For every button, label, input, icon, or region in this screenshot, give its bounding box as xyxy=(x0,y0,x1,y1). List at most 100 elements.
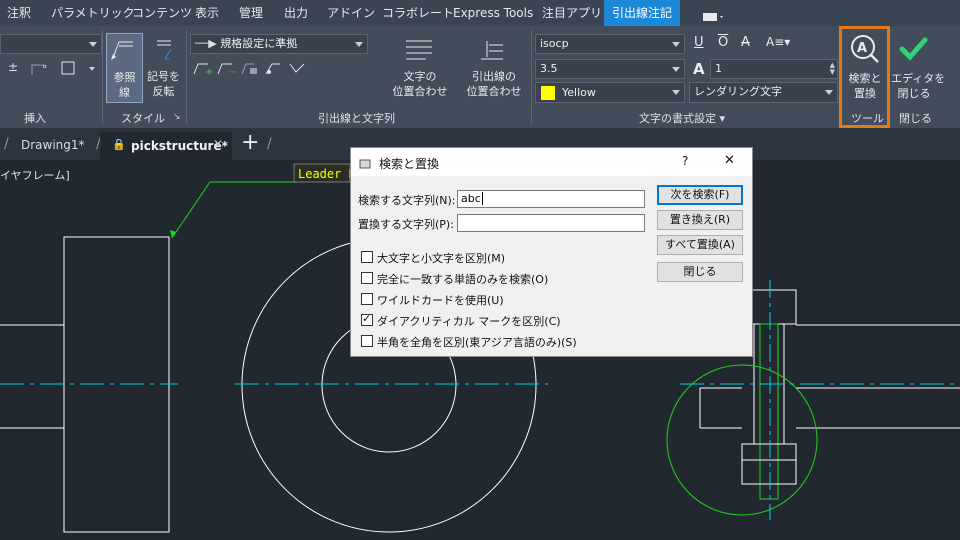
panel-launcher-icon[interactable]: ↘ xyxy=(173,112,181,122)
text-height-value: 3.5 xyxy=(540,62,558,75)
insert-style-combo[interactable] xyxy=(0,34,102,54)
text-align-label-2: 位置合わせ xyxy=(392,85,448,98)
tab-drawing1[interactable]: Drawing1* xyxy=(21,134,85,156)
plus-minus-icon[interactable]: ± xyxy=(8,60,18,74)
spinner-icon[interactable]: ▲ ▼ xyxy=(830,62,835,76)
menu-item-contents[interactable]: コンテンツ xyxy=(132,0,192,26)
dialog-close-button[interactable]: 閉じる xyxy=(657,262,743,282)
width-factor-input[interactable]: 1 ▲ ▼ xyxy=(710,59,838,79)
remove-leader-icon[interactable]: − xyxy=(216,60,238,80)
tab-close-icon[interactable]: ✕ xyxy=(213,137,223,151)
whole-word-checkbox[interactable] xyxy=(361,272,373,284)
rendering-text-combo[interactable]: レンダリング文字 xyxy=(689,82,838,103)
strikethrough-icon[interactable]: A xyxy=(741,35,750,50)
flip-symbol-label-1: 記号を xyxy=(147,70,180,83)
svg-text:−: − xyxy=(229,67,237,76)
style-panel-label: スタイル xyxy=(121,112,165,125)
match-case-label: 大文字と小文字を区別(M) xyxy=(377,252,506,265)
menu-item-leader-annotation[interactable]: 引出線注記 xyxy=(604,0,681,26)
find-label: 検索する文字列(N): xyxy=(358,194,456,207)
wildcards-checkbox[interactable] xyxy=(361,293,373,305)
menu-item-annotate[interactable]: 注釈 xyxy=(7,0,31,26)
insert-panel-label: 挿入 xyxy=(24,112,46,125)
box-icon[interactable] xyxy=(60,60,80,80)
underline-icon[interactable]: U xyxy=(694,35,704,50)
color-swatch xyxy=(541,86,555,100)
leader-line xyxy=(171,181,296,239)
replace-label: 置換する文字列(P): xyxy=(358,218,454,231)
degree-symbol-icon[interactable]: ° xyxy=(30,59,52,81)
font-combo[interactable]: isocp xyxy=(535,34,685,54)
find-replace-label-2: 置換 xyxy=(854,87,876,100)
checkmark-icon xyxy=(899,37,928,61)
text-align-label-1: 文字の xyxy=(403,70,437,83)
match-case-checkbox[interactable] xyxy=(361,251,373,263)
replace-all-button[interactable]: すべて置換(A) xyxy=(657,235,743,255)
font-value: isocp xyxy=(540,37,569,50)
leader-align-label-1: 引出線の xyxy=(472,70,516,83)
text-align-button[interactable]: 文字の 位置合わせ xyxy=(390,33,460,103)
find-next-button[interactable]: 次を検索(F) xyxy=(657,185,743,205)
find-replace-icon: A xyxy=(851,35,879,63)
tab-separator: / xyxy=(267,136,272,152)
ribbon-toggle-icon[interactable] xyxy=(702,8,724,21)
whole-word-label: 完全に一致する単語のみを検索(O) xyxy=(377,273,549,286)
half-full-width-checkbox[interactable] xyxy=(361,335,373,347)
diacritics-checkbox[interactable] xyxy=(361,312,373,326)
half-full-width-label: 半角を全角を区別(東アジア言語のみ)(S) xyxy=(377,336,577,349)
leader-panel-label: 引出線と文字列 xyxy=(318,112,395,125)
text-case-icon[interactable]: A≡▾ xyxy=(766,35,790,49)
find-replace-dialog: 検索と置換 ? ✕ 検索する文字列(N): abc 置換する文字列(P): 次を… xyxy=(350,147,753,357)
leader-text: Leader N xyxy=(298,167,356,181)
replace-button[interactable]: 置き換え(R) xyxy=(657,210,743,230)
bolt-nut xyxy=(741,443,797,485)
find-input[interactable]: abc xyxy=(457,190,645,208)
svg-text:A: A xyxy=(857,41,867,56)
viewport-style-label[interactable]: イヤフレーム] xyxy=(0,167,70,183)
text-height-combo[interactable]: 3.5 xyxy=(535,59,685,79)
leader-align-label-2: 位置合わせ xyxy=(466,85,522,98)
svg-text:°: ° xyxy=(42,63,48,76)
leader-jog-icon[interactable] xyxy=(264,60,284,80)
flip-symbol-button[interactable]: 記号を 反転 xyxy=(145,33,182,103)
leader-align-button[interactable]: 引出線の 位置合わせ xyxy=(463,33,533,103)
close-editor-button[interactable]: エディタを 閉じる xyxy=(891,33,946,103)
reference-line-label-1: 参照 xyxy=(113,71,136,84)
menu-item-featured-apps[interactable]: 注目アプリ xyxy=(542,0,602,26)
leader-standard-value: 規格設定に準拠 xyxy=(220,37,298,50)
menu-item-addins[interactable]: アドイン xyxy=(327,0,375,26)
flip-symbol-label-2: 反転 xyxy=(152,85,175,98)
reference-line-label-2: 線 xyxy=(119,86,130,99)
leader-angle-icon[interactable] xyxy=(288,60,308,80)
diacritics-label: ダイアクリティカル マークを区別(C) xyxy=(377,315,561,328)
new-tab-icon[interactable]: + xyxy=(241,130,259,155)
menu-item-view[interactable]: 表示 xyxy=(195,0,219,26)
add-leader-icon[interactable]: + xyxy=(192,60,214,80)
find-replace-button[interactable]: A 検索と 置換 xyxy=(843,33,887,103)
text-color-combo[interactable]: Yellow xyxy=(535,82,685,103)
overline-icon[interactable]: O xyxy=(718,35,728,50)
dialog-title: 検索と置換 xyxy=(379,157,440,171)
menu-item-manage[interactable]: 管理 xyxy=(239,0,263,26)
menu-item-parametric[interactable]: パラメトリック xyxy=(51,0,135,26)
leader-standard-combo[interactable]: ──▶ 規格設定に準拠 xyxy=(190,34,368,54)
dialog-app-icon xyxy=(359,155,371,169)
tab-separator: / xyxy=(4,136,9,152)
replace-input[interactable] xyxy=(457,214,645,232)
text-color-value: Yellow xyxy=(562,86,596,99)
close-editor-label-1: エディタを xyxy=(891,72,946,85)
tools-panel-label: ツール xyxy=(851,112,884,125)
menu-item-output[interactable]: 出力 xyxy=(284,0,308,26)
box-dropdown-icon[interactable] xyxy=(86,60,98,80)
menu-item-express-tools[interactable]: Express Tools xyxy=(453,0,533,26)
bolt-thread xyxy=(759,323,779,500)
width-factor-value: 1 xyxy=(715,62,722,75)
reference-line-button[interactable]: 参照 線 xyxy=(106,33,143,103)
close-editor-label-2: 閉じる xyxy=(897,87,931,100)
help-icon[interactable]: ? xyxy=(682,154,688,168)
leader-lock-icon[interactable] xyxy=(240,60,260,80)
menu-item-collaborate[interactable]: コラボレート xyxy=(382,0,454,26)
dialog-close-icon[interactable]: ✕ xyxy=(724,153,735,168)
dialog-titlebar: 検索と置換 ? ✕ xyxy=(351,148,752,176)
tab-pickstructure[interactable]: 🔒 pickstructure* ✕ xyxy=(100,132,232,160)
